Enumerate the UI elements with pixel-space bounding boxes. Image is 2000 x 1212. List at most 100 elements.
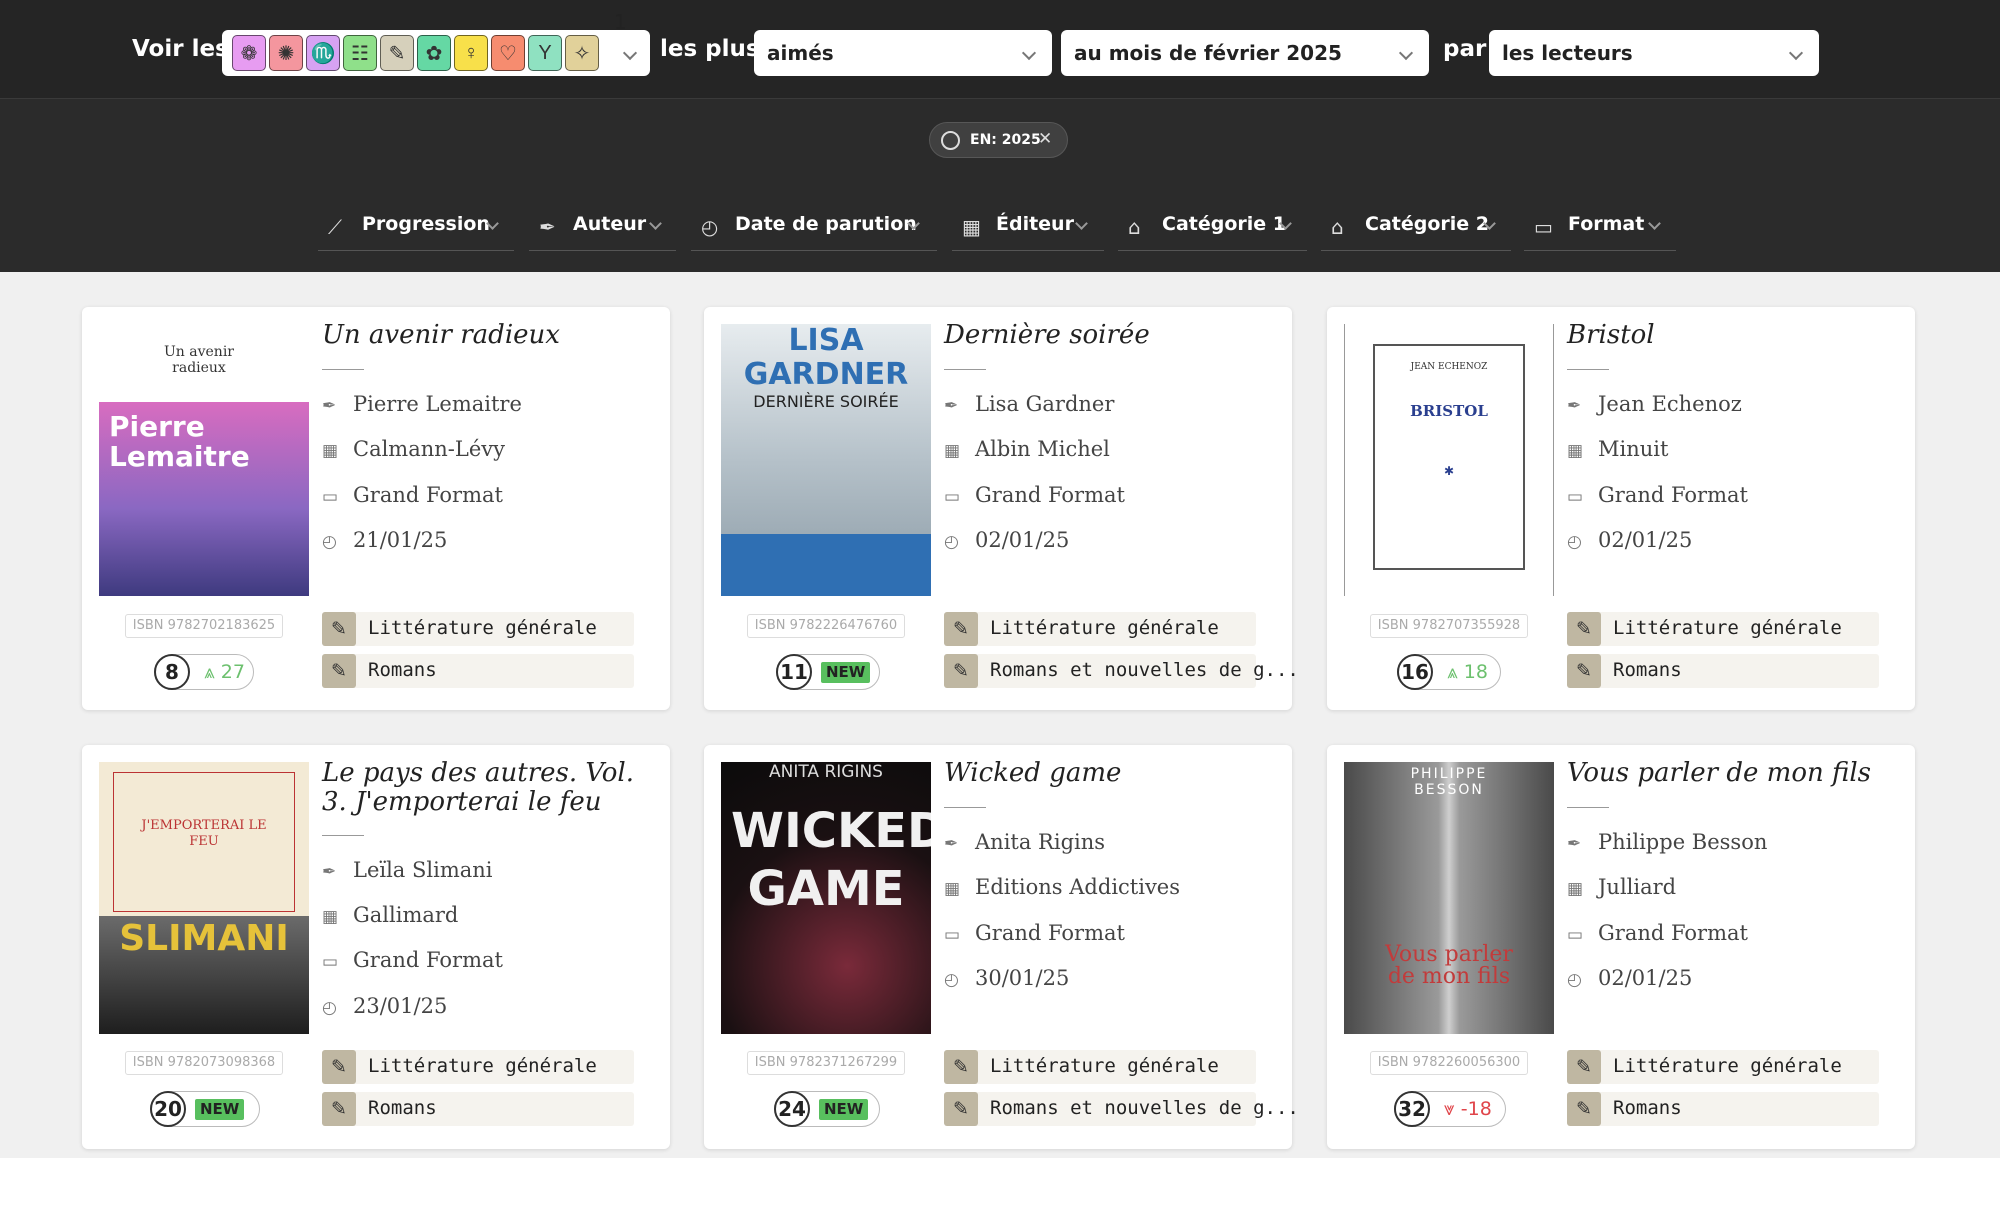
new-badge: NEW [819, 1099, 869, 1120]
scorpio-icon[interactable]: ♏ [306, 35, 340, 71]
book-publisher[interactable]: ▦ Julliard [1567, 875, 1897, 905]
tab-editeur[interactable]: ▦ Éditeur [952, 205, 1104, 251]
book-title[interactable]: Bristol [1567, 321, 1897, 350]
tab-categorie-2[interactable]: ⌂ Catégorie 2 [1321, 205, 1511, 251]
building-icon: ▦ [944, 879, 961, 899]
book-card[interactable]: JEAN ECHENOZ BRISTOL ✱ Bristol ✒ Jean Ech… [1327, 307, 1915, 710]
genre-multiselect[interactable]: ❁ ✺ ♏ ☷ ✎ ✿ ♀ ♡ Y ✧ [222, 30, 650, 76]
book-publisher[interactable]: ▦ Editions Addictives [944, 875, 1274, 905]
period-select[interactable]: au mois de février 2025 [1061, 30, 1429, 76]
chevron-down-icon [1648, 217, 1661, 230]
trend-up-icon: ⩓ 18 [1447, 661, 1488, 683]
book-card[interactable]: Un avenir radieux Pierre Lemaitre Un ave… [82, 307, 670, 710]
book-date: ◴ 02/01/25 [1567, 966, 1693, 990]
cover-quote-band [721, 534, 931, 596]
cocktail-icon[interactable]: Y [528, 35, 562, 71]
tab-format[interactable]: ▭ Format [1524, 205, 1676, 251]
book-title[interactable]: Un avenir radieux [322, 321, 652, 350]
book-author[interactable]: ✒ Pierre Lemaitre [322, 392, 652, 422]
book-format-icon: ▭ [1567, 487, 1584, 507]
book-card[interactable]: J'EMPORTERAI LE FEU SLIMANI Le pays des … [82, 745, 670, 1149]
category-2[interactable]: ✎ Romans et nouvelles de g... [944, 1092, 1299, 1126]
category-1[interactable]: ✎ Littérature générale [322, 1050, 634, 1084]
tab-label: Format [1568, 213, 1645, 235]
active-filter-chip[interactable]: EN: 2025 ✕ [929, 122, 1068, 158]
category-1[interactable]: ✎ Littérature générale [944, 612, 1256, 646]
tab-auteur[interactable]: ✒ Auteur [529, 205, 676, 251]
page-footer-space [0, 1158, 2000, 1212]
book-author[interactable]: ✒ Jean Echenoz [1567, 392, 1897, 422]
book-author[interactable]: ✒ Leïla Slimani [322, 858, 652, 888]
building-icon: ▦ [944, 441, 961, 461]
category-2[interactable]: ✎ Romans et nouvelles de g... [944, 654, 1299, 688]
tag-icon: ⌂ [1331, 215, 1344, 239]
book-author[interactable]: ✒ Philippe Besson [1567, 830, 1897, 860]
rank-change: 27 [220, 661, 245, 683]
cover-author: SLIMANI [119, 918, 289, 959]
clock-icon: ◴ [1567, 532, 1582, 552]
lightbulb-icon[interactable]: ♀ [454, 35, 488, 71]
category-2[interactable]: ✎ Romans [1567, 654, 1879, 688]
book-publisher[interactable]: ▦ Calmann-Lévy [322, 437, 652, 467]
pen-nib-icon: ✒ [322, 396, 337, 416]
close-icon[interactable]: ✕ [1038, 129, 1052, 149]
tab-progression[interactable]: ⟋ Progression [318, 205, 514, 251]
category-1[interactable]: ✎ Littérature générale [944, 1050, 1256, 1084]
rank-badge: 16 ⩓ 18 [1397, 654, 1501, 690]
clock-icon: ◴ [322, 532, 337, 552]
quill-icon: ✎ [1567, 654, 1601, 688]
book-isbn: ISBN 9782073098368 [125, 1051, 283, 1075]
book-card[interactable]: ANITA RIGINS WICKED GAME Wicked game ✒ An… [704, 745, 1299, 1149]
category-1[interactable]: ✎ Littérature générale [1567, 612, 1879, 646]
flower-icon[interactable]: ❁ [232, 35, 266, 71]
book-title[interactable]: Wicked game [944, 759, 1274, 788]
category-1[interactable]: ✎ Littérature générale [322, 612, 634, 646]
title-divider [1567, 369, 1609, 370]
book-card[interactable]: PHILIPPE BESSON Vous parler de mon fils … [1327, 745, 1915, 1149]
quill-icon[interactable]: ✎ [380, 35, 414, 71]
book-title[interactable]: Le pays des autres. Vol. 3. J'emporterai… [322, 759, 652, 817]
sort-select[interactable]: aimés [754, 30, 1052, 76]
audience-select[interactable]: les lecteurs [1489, 30, 1819, 76]
book-author[interactable]: ✒ Lisa Gardner [944, 392, 1274, 422]
book-date: ◴ 23/01/25 [322, 994, 448, 1018]
voir-les-label: Voir les [132, 36, 229, 62]
tab-categorie-1[interactable]: ⌂ Catégorie 1 [1118, 205, 1307, 251]
book-publisher[interactable]: ▦ Gallimard [322, 903, 652, 933]
chart-icon: ⟋ [328, 215, 342, 239]
tag-icon: ⌂ [1128, 215, 1141, 239]
book-title[interactable]: Vous parler de mon fils [1567, 759, 1897, 788]
book-publisher[interactable]: ▦ Albin Michel [944, 437, 1274, 467]
cover-title: WICKED GAME [731, 803, 931, 917]
category-2[interactable]: ✎ Romans [322, 1092, 634, 1126]
book-isbn: ISBN 9782702183625 [125, 614, 283, 638]
quill-icon: ✎ [322, 1092, 356, 1126]
category-2[interactable]: ✎ Romans [1567, 1092, 1879, 1126]
book-author[interactable]: ✒ Anita Rigins [944, 830, 1274, 860]
book-title[interactable]: Dernière soirée [944, 321, 1274, 350]
heart-icon[interactable]: ♡ [491, 35, 525, 71]
new-badge: NEW [821, 662, 871, 683]
book-cover[interactable]: ANITA RIGINS WICKED GAME [721, 762, 931, 1034]
wand-icon[interactable]: ✧ [565, 35, 599, 71]
book-card[interactable]: LISA GARDNER DERNIÈRE SOIRÉE Dernière so… [704, 307, 1299, 710]
brain-icon[interactable]: ✺ [269, 35, 303, 71]
book-cover[interactable]: LISA GARDNER DERNIÈRE SOIRÉE [721, 324, 931, 596]
book-cover[interactable]: PHILIPPE BESSON Vous parler de mon fils [1344, 762, 1554, 1034]
tab-date-de-parution[interactable]: ◴ Date de parution [691, 205, 937, 251]
pen-nib-icon: ✒ [322, 862, 337, 882]
book-publisher[interactable]: ▦ Minuit [1567, 437, 1897, 467]
book-isbn: ISBN 9782707355928 [1370, 614, 1528, 638]
rank-badge: 20 NEW [150, 1091, 260, 1127]
category-1[interactable]: ✎ Littérature générale [1567, 1050, 1879, 1084]
book-cover[interactable]: J'EMPORTERAI LE FEU SLIMANI [99, 762, 309, 1034]
category-2[interactable]: ✎ Romans [322, 654, 634, 688]
rank-change: -18 [1460, 1098, 1492, 1120]
pen-nib-icon: ✒ [539, 215, 556, 239]
book-cover[interactable]: Un avenir radieux Pierre Lemaitre [99, 324, 309, 596]
column-icon[interactable]: ☷ [343, 35, 377, 71]
clock-icon: ◴ [701, 215, 719, 239]
rank-badge: 32 ⩔ -18 [1394, 1091, 1506, 1127]
palette-icon[interactable]: ✿ [417, 35, 451, 71]
book-cover[interactable]: JEAN ECHENOZ BRISTOL ✱ [1344, 324, 1554, 596]
